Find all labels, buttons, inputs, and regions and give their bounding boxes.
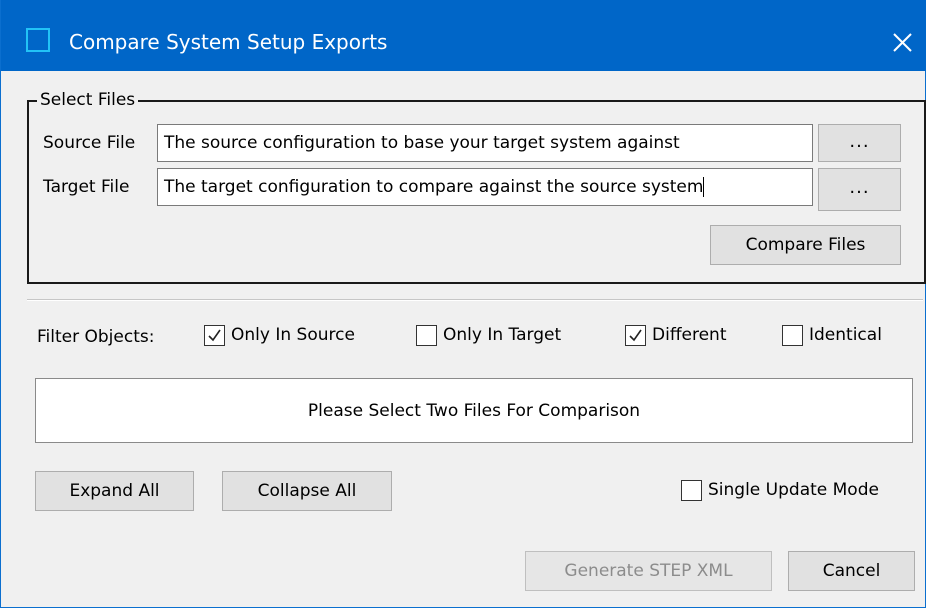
checkbox-box	[681, 480, 702, 501]
checkbox-label: Single Update Mode	[708, 480, 879, 500]
checkbox-box	[416, 325, 437, 346]
window-title: Compare System Setup Exports	[69, 30, 388, 54]
target-file-field[interactable]: The target configuration to compare agai…	[157, 168, 813, 206]
window-app-icon	[26, 28, 50, 52]
filter-only-in-target-checkbox[interactable]: Only In Target	[416, 324, 596, 348]
checkbox-box	[204, 325, 225, 346]
section-divider	[27, 299, 923, 301]
target-browse-button[interactable]: ...	[818, 168, 901, 211]
compare-dialog: Compare System Setup Exports Select File…	[0, 0, 926, 608]
target-file-value: The target configuration to compare agai…	[164, 177, 704, 197]
checkbox-box	[625, 325, 646, 346]
checkbox-label: Only In Target	[443, 325, 562, 345]
collapse-all-button[interactable]: Collapse All	[222, 471, 392, 511]
checkbox-label: Only In Source	[231, 325, 355, 345]
cancel-button[interactable]: Cancel	[788, 551, 915, 591]
expand-all-button[interactable]: Expand All	[35, 471, 194, 511]
close-icon	[893, 33, 912, 52]
results-message: Please Select Two Files For Comparison	[307, 401, 641, 421]
filter-objects-label: Filter Objects:	[37, 327, 155, 347]
select-files-legend: Select Files	[37, 90, 139, 110]
target-file-label: Target File	[43, 177, 130, 197]
compare-files-button[interactable]: Compare Files	[710, 225, 901, 265]
filter-different-checkbox[interactable]: Different	[625, 324, 755, 348]
close-button[interactable]	[867, 0, 926, 71]
checkmark-icon	[629, 329, 642, 342]
source-file-field[interactable]: The source configuration to base your ta…	[157, 124, 813, 162]
source-browse-button[interactable]: ...	[818, 124, 901, 162]
checkbox-label: Different	[652, 325, 727, 345]
generate-step-xml-button[interactable]: Generate STEP XML	[525, 551, 772, 591]
checkbox-box	[782, 325, 803, 346]
title-bar: Compare System Setup Exports	[1, 0, 926, 71]
checkmark-icon	[208, 329, 221, 342]
filter-identical-checkbox[interactable]: Identical	[782, 324, 907, 348]
filter-only-in-source-checkbox[interactable]: Only In Source	[204, 324, 384, 348]
checkbox-label: Identical	[809, 325, 882, 345]
comparison-results-panel[interactable]: Please Select Two Files For Comparison	[35, 378, 913, 443]
source-file-label: Source File	[43, 133, 136, 153]
single-update-mode-checkbox[interactable]: Single Update Mode	[681, 479, 911, 503]
